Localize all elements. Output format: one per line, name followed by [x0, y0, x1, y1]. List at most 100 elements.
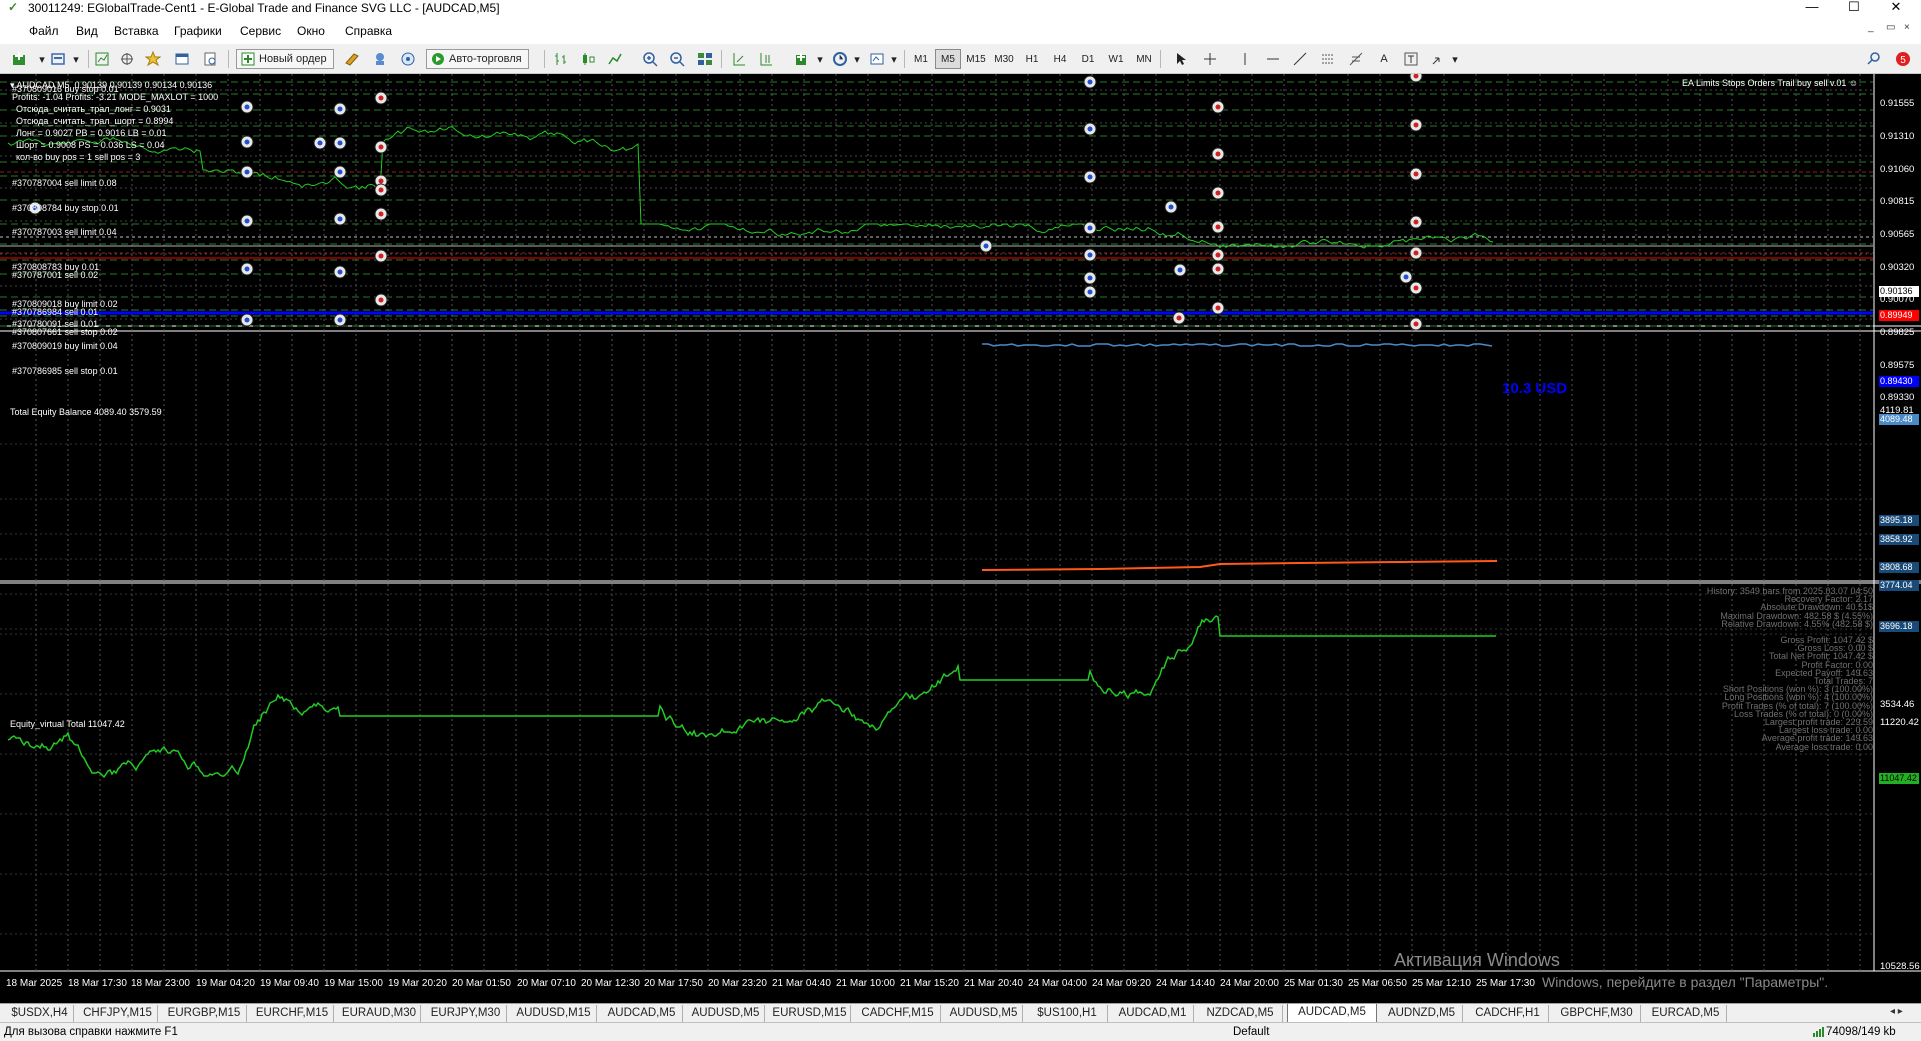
crosshair-icon[interactable] [1200, 49, 1220, 69]
stats-line: Relative Drawdown: 4.55% (482.58 $) [1721, 618, 1873, 629]
chevron-down-icon[interactable]: ▾ [847, 49, 867, 69]
horizontal-line-icon[interactable] [1263, 49, 1283, 69]
symbol-tab[interactable]: GBPCHF,M30 [1553, 1005, 1641, 1022]
price-axis-label: 0.91310 [1880, 131, 1915, 142]
mdi-restore-button[interactable]: ▭ [1886, 22, 1895, 33]
price-axis-label: 0.90815 [1880, 196, 1915, 207]
mdi-minimize-button[interactable]: _ [1868, 22, 1874, 33]
chart-tabs: $USDX,H4 CHFJPY,M15 EURGBP,M15 EURCHF,M15 EU… [0, 1003, 1921, 1023]
close-button[interactable]: ✕ [1873, 0, 1919, 15]
chevron-down-icon[interactable]: ▾ [884, 49, 904, 69]
timeframe-h1[interactable]: H1 [1019, 49, 1045, 69]
timeframe-d1[interactable]: D1 [1075, 49, 1101, 69]
symbol-tab[interactable]: AUDCAD,M5 [1287, 1004, 1377, 1023]
minimize-button[interactable]: — [1789, 0, 1835, 14]
new-order-button[interactable]: Новый ордер [236, 49, 334, 69]
symbol-tab[interactable]: AUDCAD,M1 [1112, 1005, 1194, 1022]
timeframe-h4[interactable]: H4 [1047, 49, 1073, 69]
channel-icon[interactable] [1318, 49, 1338, 69]
symbol-tab[interactable]: CHFJPY,M15 [78, 1005, 158, 1022]
notifications-icon[interactable]: 5 [1893, 49, 1913, 69]
symbol-tab[interactable]: NZDCAD,M5 [1198, 1005, 1283, 1022]
auto-scroll-icon[interactable] [729, 49, 749, 69]
menu-view[interactable]: Вид [76, 24, 98, 38]
chevron-down-icon[interactable]: ▾ [1445, 49, 1465, 69]
order-marker-dot [337, 216, 343, 222]
signals-icon[interactable] [370, 49, 390, 69]
virtual-equity-series [7, 615, 1496, 779]
tile-windows-icon[interactable] [695, 49, 715, 69]
order-marker-dot [1215, 224, 1221, 230]
time-axis-label: 20 Mar 01:50 [452, 978, 511, 989]
symbol-tab[interactable]: AUDUSD,M5 [687, 1005, 765, 1022]
symbol-tab[interactable]: AUDUSD,M5 [945, 1005, 1023, 1022]
fibonacci-icon[interactable] [1346, 49, 1366, 69]
chevron-down-icon[interactable]: ▾ [66, 49, 86, 69]
metaeditor-icon[interactable] [342, 49, 362, 69]
search-icon[interactable] [1864, 49, 1884, 69]
timeframe-w1[interactable]: W1 [1103, 49, 1129, 69]
info-line: Отсюда_считать_трал_шорт = 0.8994 [16, 116, 174, 126]
strategy-tester-icon[interactable] [200, 49, 220, 69]
menu-help[interactable]: Справка [345, 24, 392, 38]
symbol-tab[interactable]: CADCHF,M15 [855, 1005, 941, 1022]
tab-scroll-arrows-icon[interactable]: ◂ ▸ [1890, 1006, 1903, 1017]
symbol-tab[interactable]: EURJPY,M30 [425, 1005, 507, 1022]
market-watch-icon[interactable] [92, 49, 112, 69]
symbol-tab[interactable]: EURCAD,M5 [1645, 1005, 1727, 1022]
symbol-tab[interactable]: EURAUD,M30 [338, 1005, 421, 1022]
menu-tools[interactable]: Сервис [240, 24, 281, 38]
blue-line-price-tag: 0.89430 [1879, 376, 1919, 387]
timeframe-m1[interactable]: M1 [908, 49, 934, 69]
chevron-down-icon[interactable]: ▾ [810, 49, 830, 69]
timeframe-m15[interactable]: M15 [963, 49, 989, 69]
equity-tag: 3858.92 [1879, 534, 1919, 545]
order-marker-dot [317, 140, 323, 146]
candlestick-icon[interactable] [578, 49, 598, 69]
symbol-tab[interactable]: AUDCAD,M5 [601, 1005, 683, 1022]
line-chart-icon[interactable] [605, 49, 625, 69]
order-marker-dot [983, 243, 989, 249]
symbol-tab[interactable]: EURUSD,M15 [769, 1005, 851, 1022]
new-chart-icon[interactable] [10, 49, 30, 69]
trendline-icon[interactable] [1290, 49, 1310, 69]
symbol-tab[interactable]: EURCHF,M15 [251, 1005, 334, 1022]
timeframe-m30[interactable]: M30 [991, 49, 1017, 69]
auto-trading-button[interactable]: Авто-торговля [426, 49, 529, 69]
terminal-icon[interactable] [172, 49, 192, 69]
order-label: #370809016 buy stop 0.01 [12, 84, 119, 94]
vertical-line-icon[interactable] [1235, 49, 1255, 69]
mdi-close-button[interactable]: × [1904, 22, 1910, 33]
maximize-button[interactable]: ☐ [1831, 0, 1877, 15]
status-bar: Для вызова справки нажмите F1 Default 74… [0, 1022, 1921, 1041]
text-icon[interactable]: A [1374, 49, 1394, 69]
symbol-tab[interactable]: $US100,H1 [1027, 1005, 1108, 1022]
market-icon[interactable] [398, 49, 418, 69]
menu-charts[interactable]: Графики [174, 24, 222, 38]
zoom-out-icon[interactable] [667, 49, 687, 69]
symbol-tab[interactable]: CADCHF,H1 [1467, 1005, 1549, 1022]
menu-window[interactable]: Окно [297, 24, 325, 38]
symbol-tab[interactable]: AUDNZD,M5 [1381, 1005, 1463, 1022]
cursor-icon[interactable] [1171, 49, 1191, 69]
profiles-icon[interactable] [48, 49, 68, 69]
text-label-icon[interactable] [1401, 49, 1421, 69]
chart-canvas[interactable] [0, 74, 1921, 1004]
chart-window[interactable]: ▾ AUDCAD,M5 0.90139 0.90139 0.90134 0.90… [0, 74, 1921, 1004]
chart-shift-icon[interactable] [756, 49, 776, 69]
symbol-tab[interactable]: $USDX,H4 [6, 1005, 74, 1022]
symbol-tab[interactable]: EURGBP,M15 [162, 1005, 247, 1022]
symbol-tab[interactable]: AUDUSD,M15 [511, 1005, 597, 1022]
order-marker-dot [1215, 266, 1221, 272]
menu-insert[interactable]: Вставка [114, 24, 159, 38]
order-marker-dot [1087, 126, 1093, 132]
timeframe-m5[interactable]: M5 [935, 49, 961, 69]
zoom-in-icon[interactable] [640, 49, 660, 69]
indicators-icon[interactable] [792, 49, 812, 69]
bar-chart-icon[interactable] [551, 49, 571, 69]
menu-file[interactable]: Файл [29, 24, 59, 38]
timeframe-mn[interactable]: MN [1131, 49, 1157, 69]
order-marker-dot [1087, 275, 1093, 281]
navigator-icon[interactable] [117, 49, 137, 69]
favorites-icon[interactable] [143, 49, 163, 69]
